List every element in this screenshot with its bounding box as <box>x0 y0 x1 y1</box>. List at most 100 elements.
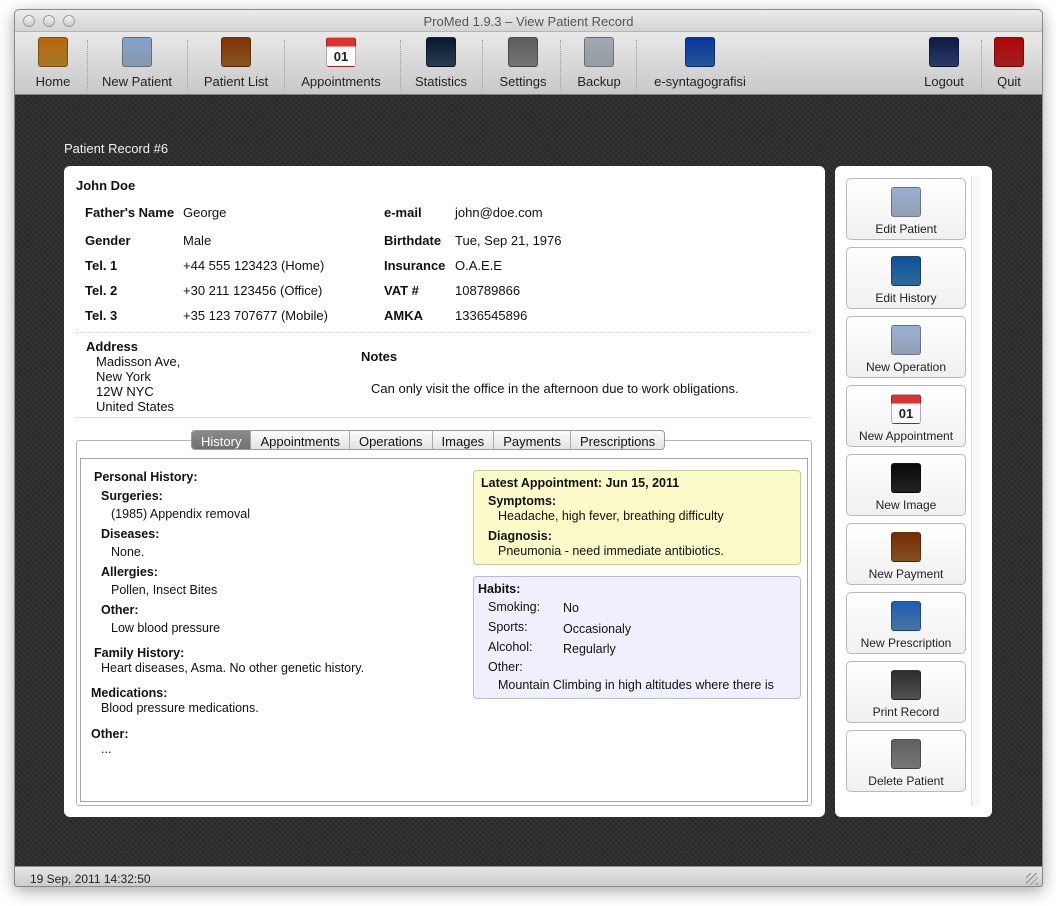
toolbar-e-syntagografisi-label: e-syntagografisi <box>654 74 746 89</box>
edit-patient-label: Edit Patient <box>875 222 937 236</box>
status-datetime: 19 Sep, 2011 14:32:50 <box>30 872 151 886</box>
latest-appointment-box: Latest Appointment: Jun 15, 2011 Symptom… <box>473 470 801 565</box>
toolbar-home-label: Home <box>35 74 71 89</box>
tab-prescriptions[interactable]: Prescriptions <box>571 431 664 449</box>
new-appointment-button[interactable]: 01 New Appointment <box>846 385 966 447</box>
other-notes-label: Other: <box>91 727 129 741</box>
toolbar-logout-label: Logout <box>924 74 964 89</box>
print-record-button[interactable]: Print Record <box>846 661 966 723</box>
habits-other-value: Mountain Climbing in high altitudes wher… <box>498 678 774 692</box>
family-history-label: Family History: <box>94 646 185 660</box>
tel3-value: +35 123 707677 (Mobile) <box>183 308 328 323</box>
trash-icon <box>891 739 921 769</box>
toolbar-settings-label: Settings <box>499 74 547 89</box>
sports-label: Sports: <box>488 620 528 634</box>
new-payment-button[interactable]: New Payment <box>846 523 966 585</box>
toolbar-home-button[interactable]: Home <box>31 32 75 95</box>
print-record-label: Print Record <box>872 705 940 719</box>
fathers-name-value: George <box>183 205 227 220</box>
birthdate-value: Tue, Sep 21, 1976 <box>455 233 562 248</box>
amka-label: AMKA <box>384 308 423 323</box>
tab-payments[interactable]: Payments <box>494 431 571 449</box>
symptoms-label: Symptoms: <box>488 494 557 508</box>
toolbar-e-syntagografisi-button[interactable]: e-syntagografisi <box>647 32 753 95</box>
diseases-value: None. <box>111 545 145 559</box>
new-operation-icon <box>891 325 921 355</box>
tel1-value: +44 555 123423 (Home) <box>183 258 325 273</box>
address-line: United States <box>96 399 175 414</box>
address-line: 12W NYC <box>96 384 154 399</box>
habits-box: Habits: Smoking: No Sports: Occasionaly … <box>473 576 801 699</box>
tab-operations[interactable]: Operations <box>350 431 433 449</box>
toolbar-quit-label: Quit <box>997 74 1021 89</box>
insurance-label: Insurance <box>384 258 446 273</box>
edit-history-chart-icon <box>891 256 921 286</box>
main-toolbar: Home New Patient Patient List 01 Appoint… <box>15 32 1042 95</box>
toolbar-new-patient-label: New Patient <box>101 74 173 89</box>
email-label: e-mail <box>384 205 422 220</box>
new-prescription-label: New Prescription <box>860 636 952 650</box>
new-operation-button[interactable]: New Operation <box>846 316 966 378</box>
delete-patient-label: Delete Patient <box>868 774 944 788</box>
edit-history-label: Edit History <box>875 291 937 305</box>
notes-label: Notes <box>361 349 398 364</box>
new-appointment-label: New Appointment <box>858 429 954 443</box>
tab-appointments[interactable]: Appointments <box>251 431 350 449</box>
diagnosis-label: Diagnosis: <box>488 529 552 543</box>
latest-appointment-title: Latest Appointment: Jun 15, 2011 <box>481 476 680 490</box>
surgeries-value: (1985) Appendix removal <box>111 507 250 521</box>
delete-patient-button[interactable]: Delete Patient <box>846 730 966 792</box>
other-notes-value: ... <box>101 742 112 756</box>
gender-value: Male <box>183 233 212 248</box>
new-prescription-button[interactable]: New Prescription <box>846 592 966 654</box>
app-window: ProMed 1.9.3 – View Patient Record Home … <box>14 9 1043 887</box>
resize-grip-icon[interactable] <box>1026 873 1038 885</box>
address-line: New York <box>96 369 151 384</box>
diagnosis-value: Pneumonia - need immediate antibiotics. <box>498 544 724 558</box>
toolbar-new-patient-button[interactable]: New Patient <box>97 32 177 95</box>
allergies-label: Allergies: <box>101 565 158 579</box>
vat-value: 108789866 <box>455 283 521 298</box>
toolbar-backup-label: Backup <box>577 74 621 89</box>
toolbar-patient-list-label: Patient List <box>203 74 269 89</box>
toolbar-logout-button[interactable]: Logout <box>917 32 971 95</box>
edit-patient-button[interactable]: Edit Patient <box>846 178 966 240</box>
surgeries-label: Surgeries: <box>101 489 163 503</box>
medications-label: Medications: <box>91 686 168 700</box>
new-image-label: New Image <box>875 498 937 512</box>
patient-info-panel: John Doe Father's Name George Gender Mal… <box>64 166 825 817</box>
personal-history-label: Personal History: <box>94 470 198 484</box>
medications-value: Blood pressure medications. <box>101 701 259 715</box>
tel1-label: Tel. 1 <box>85 258 118 273</box>
edit-history-button[interactable]: Edit History <box>846 247 966 309</box>
smoking-value: No <box>563 601 579 615</box>
other-conditions-value: Low blood pressure <box>111 621 221 635</box>
stock-chart-icon <box>426 37 456 67</box>
toolbar-quit-button[interactable]: Quit <box>989 32 1029 95</box>
tab-history[interactable]: History <box>192 431 252 449</box>
toolbar-settings-button[interactable]: Settings <box>492 32 554 95</box>
address-book-icon <box>221 37 251 67</box>
insurance-value: O.A.E.E <box>455 258 502 273</box>
smoking-label: Smoking: <box>488 600 541 614</box>
toolbar-appointments-button[interactable]: 01 Appointments <box>296 32 386 95</box>
toolbar-backup-button[interactable]: Backup <box>570 32 628 95</box>
habits-other-label: Other: <box>488 660 523 674</box>
toolbar-statistics-label: Statistics <box>414 74 467 89</box>
actions-scrollbar[interactable] <box>971 176 980 806</box>
toolbar-patient-list-button[interactable]: Patient List <box>197 32 275 95</box>
new-image-button[interactable]: New Image <box>846 454 966 516</box>
allergies-value: Pollen, Insect Bites <box>111 583 218 597</box>
calendar-icon: 01 <box>891 394 921 424</box>
toolbar-statistics-button[interactable]: Statistics <box>410 32 472 95</box>
actions-panel: Edit Patient Edit History New Operation … <box>835 166 992 817</box>
title-bar: ProMed 1.9.3 – View Patient Record <box>15 10 1042 32</box>
tel3-label: Tel. 3 <box>85 308 118 323</box>
tab-images[interactable]: Images <box>433 431 495 449</box>
gender-label: Gender <box>85 233 131 248</box>
alcohol-value: Regularly <box>563 642 616 656</box>
sliders-icon <box>508 37 538 67</box>
fathers-name-label: Father's Name <box>85 205 175 220</box>
calendar-icon: 01 <box>326 37 356 67</box>
tel2-value: +30 211 123456 (Office) <box>183 283 323 298</box>
